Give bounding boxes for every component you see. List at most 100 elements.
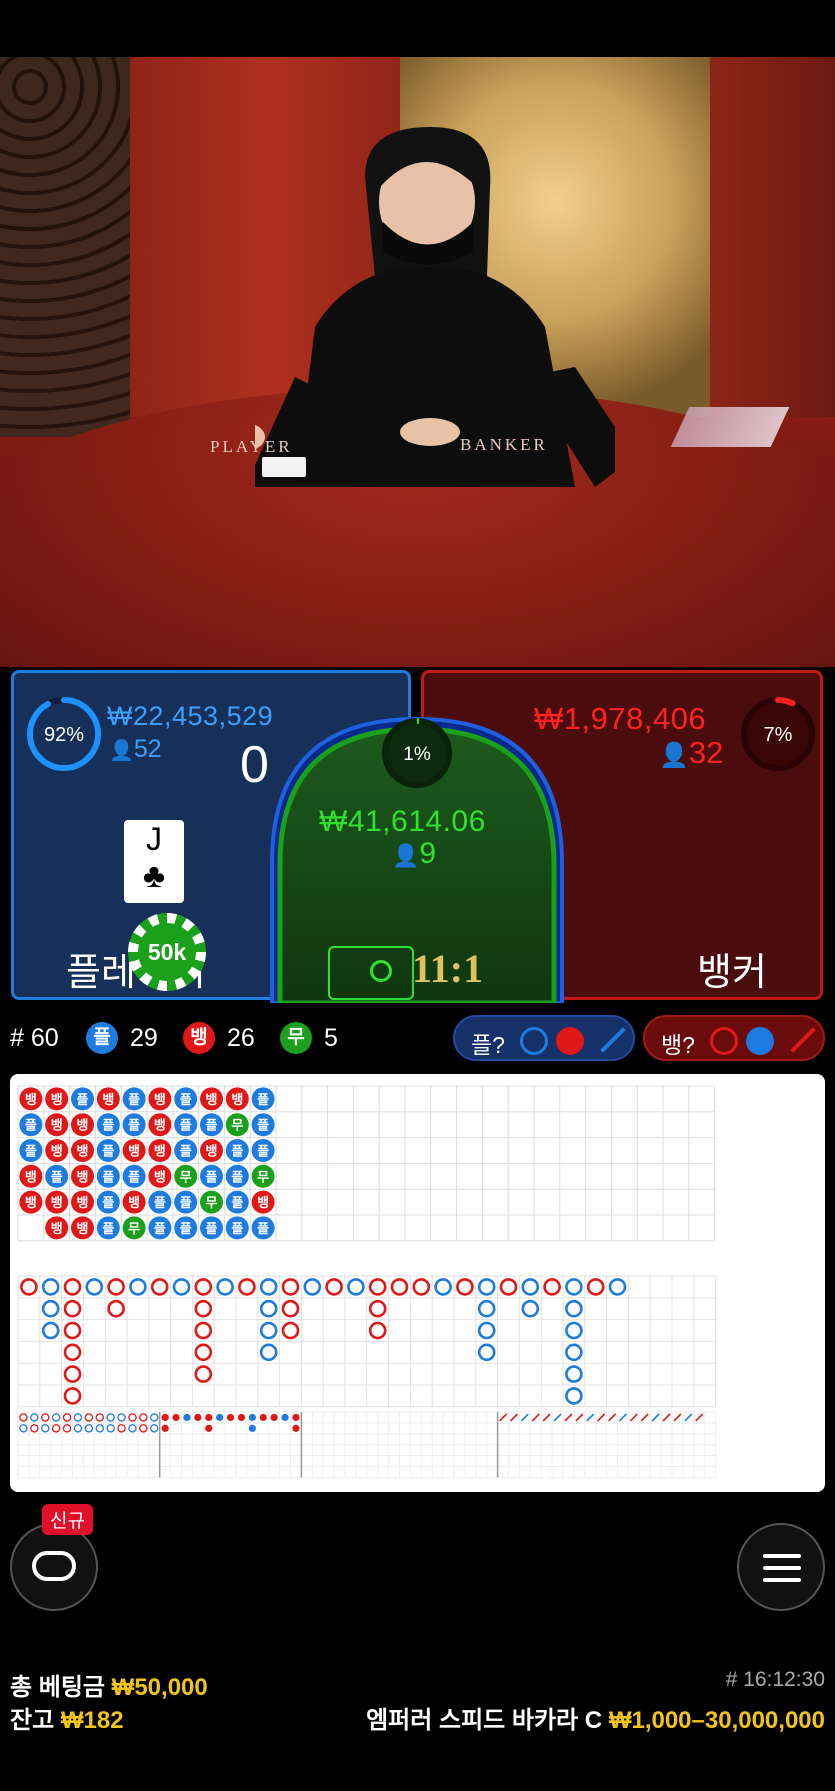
bead-label: 플 xyxy=(77,1093,89,1108)
big-road-mark xyxy=(412,1278,431,1296)
big-road-mark xyxy=(238,1278,256,1296)
big-road-mark xyxy=(41,1278,60,1296)
bead-label: 플 xyxy=(180,1119,192,1134)
bead-label: 뱅 xyxy=(77,1170,89,1185)
bead-label: 뱅 xyxy=(206,1145,218,1160)
big-road-mark xyxy=(63,1321,82,1340)
banker-bettors: 👤32 xyxy=(659,735,724,770)
big-road-mark xyxy=(194,1343,213,1362)
banker-area-label: BANKER xyxy=(460,435,548,454)
bead-label: 뱅 xyxy=(51,1119,63,1134)
big-road-mark xyxy=(20,1278,38,1296)
small-road-mark xyxy=(161,1413,169,1422)
big-road-mark xyxy=(521,1299,540,1318)
cockroach-mark xyxy=(608,1413,617,1422)
player-area-label: PLAYER xyxy=(210,437,293,456)
bead-label: 플 xyxy=(180,1196,192,1211)
cockroach-mark xyxy=(509,1413,518,1422)
big-eye-mark xyxy=(51,1413,61,1422)
player-total-amount: ₩22,453,529 xyxy=(107,701,274,731)
menu-button[interactable] xyxy=(737,1523,825,1611)
bead-label: 플 xyxy=(206,1222,218,1237)
chat-button[interactable] xyxy=(10,1523,98,1611)
bead-label: 뱅 xyxy=(51,1222,63,1237)
blue-ring-icon xyxy=(520,1027,548,1055)
small-road-mark xyxy=(205,1413,213,1422)
big-eye-mark xyxy=(106,1413,115,1422)
big-road-mark xyxy=(303,1278,322,1296)
bead-label: 플 xyxy=(231,1222,243,1237)
big-road-mark xyxy=(129,1278,147,1296)
cockroach-mark xyxy=(597,1413,606,1422)
big-road-mark xyxy=(194,1365,213,1383)
bead-label: 플 xyxy=(102,1196,114,1211)
roadmap-grid: 뱅플플뱅뱅뱅뱅뱅플뱅뱅플뱅뱅뱅뱅뱅뱅플플플플플플플뱅플뱅무뱅뱅뱅뱅플플플플플무플… xyxy=(17,1085,717,1478)
tie-percent-ring: 1% xyxy=(382,718,452,788)
bead-label: 뱅 xyxy=(25,1170,37,1185)
dealer-image xyxy=(255,127,615,487)
big-road-mark xyxy=(586,1278,605,1296)
big-road-mark xyxy=(477,1278,496,1296)
bead-label: 뱅 xyxy=(257,1196,269,1211)
banker-predict-button[interactable]: 뱅? xyxy=(643,1015,825,1061)
big-eye-mark xyxy=(84,1424,94,1433)
bead-label: 플 xyxy=(51,1170,63,1185)
big-road-mark xyxy=(477,1299,496,1318)
bead-label: 뱅 xyxy=(77,1222,89,1237)
cockroach-mark xyxy=(586,1413,595,1422)
red-ring-icon xyxy=(710,1027,738,1055)
tie-bettors: 👤9 xyxy=(392,837,437,870)
big-road-mark xyxy=(565,1343,583,1362)
big-eye-mark xyxy=(149,1413,159,1422)
big-road-mark xyxy=(434,1278,452,1296)
big-eye-mark xyxy=(40,1413,50,1422)
bead-label: 뱅 xyxy=(77,1119,89,1134)
big-road-mark xyxy=(368,1321,387,1340)
big-road-mark xyxy=(41,1299,60,1318)
bead-label: 뱅 xyxy=(231,1093,243,1108)
cockroach-mark xyxy=(695,1413,704,1422)
live-video: PLAYER BANKER xyxy=(0,57,835,667)
tie-payout: 11:1 xyxy=(412,946,484,991)
big-road-mark xyxy=(41,1321,60,1340)
tie-percent-text: 1% xyxy=(403,744,431,765)
bead-label: 플 xyxy=(206,1119,218,1134)
bead-label: 플 xyxy=(257,1119,269,1134)
small-road-mark xyxy=(248,1413,256,1422)
bead-label: 플 xyxy=(257,1093,269,1108)
bead-label: 무 xyxy=(128,1222,140,1237)
big-road-mark xyxy=(499,1278,518,1296)
roadmap-scoreboard: 뱅플플뱅뱅뱅뱅뱅플뱅뱅플뱅뱅뱅뱅뱅뱅플플플플플플플뱅플뱅무뱅뱅뱅뱅플플플플플무플… xyxy=(10,1074,825,1492)
bead-label: 뱅 xyxy=(51,1196,63,1211)
banker-percent-ring: 7% xyxy=(741,697,815,771)
tie-bet-area[interactable]: 1% ₩41,614.06 👤9 11:1 xyxy=(266,713,568,1003)
user-icon: 👤 xyxy=(659,742,689,769)
player-percent-ring: 92% xyxy=(27,697,101,771)
bead-label: 뱅 xyxy=(206,1093,218,1108)
big-road-mark xyxy=(565,1365,583,1383)
cockroach-mark xyxy=(499,1413,508,1422)
small-road-mark xyxy=(161,1424,169,1432)
big-road-mark xyxy=(325,1278,343,1296)
player-percent-text: 92% xyxy=(44,724,84,746)
round-count: # 60 xyxy=(10,1024,59,1052)
big-road-mark xyxy=(281,1299,300,1318)
player-predict-button[interactable]: 플? xyxy=(453,1015,635,1061)
big-eye-mark xyxy=(106,1424,115,1433)
big-road-mark xyxy=(194,1299,213,1318)
big-eye-mark xyxy=(40,1424,50,1433)
bead-label: 뱅 xyxy=(77,1145,89,1160)
bead-label: 뱅 xyxy=(25,1196,37,1211)
round-id: # 16:12:30 xyxy=(725,1668,825,1691)
big-road-mark xyxy=(194,1321,213,1340)
big-road-mark xyxy=(281,1278,300,1296)
bead-label: 플 xyxy=(231,1145,243,1160)
balance: 잔고 ₩182 xyxy=(10,1707,124,1734)
bet-chip[interactable]: 50k xyxy=(128,913,206,991)
user-icon: 👤 xyxy=(109,740,134,762)
big-eye-mark xyxy=(73,1413,83,1422)
small-road-mark xyxy=(172,1413,180,1422)
big-eye-mark xyxy=(62,1424,72,1433)
red-dot-icon xyxy=(556,1027,584,1055)
bead-label: 플 xyxy=(257,1145,269,1160)
